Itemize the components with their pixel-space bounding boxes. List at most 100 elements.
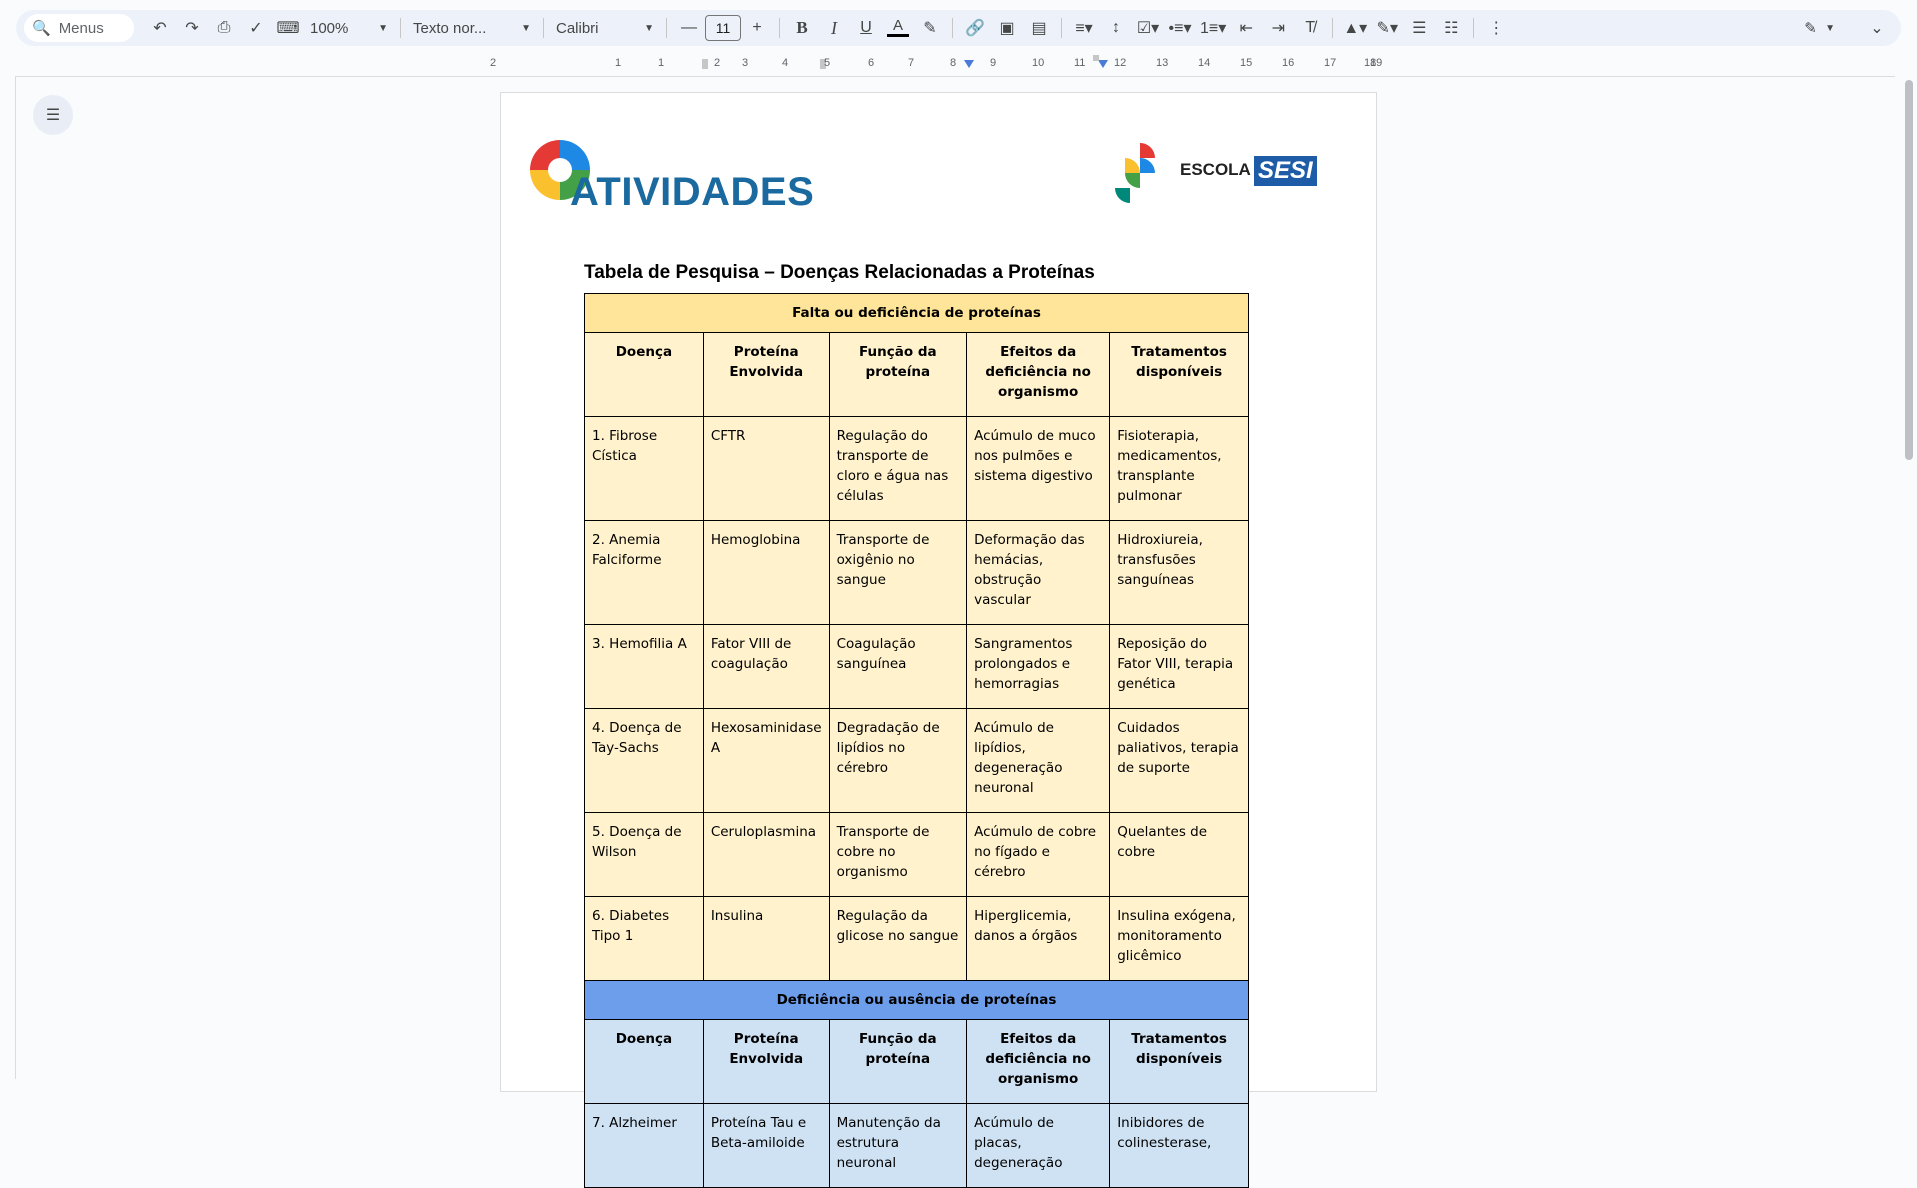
table-cell[interactable]: Reposição do Fator VIII, terapia genétic… bbox=[1109, 624, 1249, 709]
font-select[interactable]: Calibri ▼ bbox=[550, 14, 660, 42]
table-cell[interactable]: Acúmulo de cobre no fígado e cérebro bbox=[966, 812, 1111, 897]
column-header[interactable]: Doença bbox=[584, 1019, 704, 1104]
italic-icon[interactable]: I bbox=[818, 14, 850, 42]
column-header[interactable]: Função da proteína bbox=[828, 1019, 968, 1104]
clear-formatting-icon[interactable]: T̸ bbox=[1294, 14, 1326, 42]
bold-icon[interactable]: B bbox=[786, 14, 818, 42]
table-cell[interactable]: Quelantes de cobre bbox=[1109, 812, 1249, 897]
font-size-input[interactable]: 11 bbox=[705, 15, 741, 41]
table-cell[interactable]: CFTR bbox=[702, 416, 830, 521]
highlight-icon[interactable]: ✎ bbox=[914, 14, 946, 42]
document-title[interactable]: Tabela de Pesquisa – Doenças Relacionada… bbox=[584, 262, 1095, 284]
table-cell[interactable]: Acúmulo de placas, degeneração bbox=[966, 1103, 1111, 1188]
table-cell[interactable]: Deformação das hemácias, obstrução vascu… bbox=[966, 520, 1111, 625]
ruler-tick-label: 2 bbox=[490, 57, 497, 69]
comment-icon[interactable]: ▣ bbox=[991, 14, 1023, 42]
table-cell[interactable]: Sangramentos prolongados e hemorragias bbox=[966, 624, 1111, 709]
decrease-indent-icon[interactable]: ⇤ bbox=[1230, 14, 1262, 42]
table-cell[interactable]: Regulação da glicose no sangue bbox=[828, 896, 968, 981]
vertical-scrollbar[interactable] bbox=[1905, 80, 1913, 460]
border-color-icon[interactable]: ✎▾ bbox=[1371, 14, 1403, 42]
table-cell[interactable]: Degradação de lipídios no cérebro bbox=[828, 708, 968, 813]
table-row: 1. Fibrose Cística CFTR Regulação do trans… bbox=[584, 416, 1249, 521]
ruler-margin-left[interactable] bbox=[702, 59, 708, 69]
table-row: 2. Anemia Falciforme Hemoglobina Transport… bbox=[584, 520, 1249, 625]
section-title[interactable]: Deficiência ou ausência de proteínas bbox=[584, 980, 1249, 1020]
border-dash-icon[interactable]: ☷ bbox=[1435, 14, 1467, 42]
ruler-tick-label: 12 bbox=[1114, 57, 1127, 69]
collapse-menus-icon[interactable]: ⌄ bbox=[1861, 14, 1893, 42]
ruler-margin-right[interactable] bbox=[1093, 55, 1099, 61]
increase-font-size-icon[interactable]: + bbox=[741, 14, 773, 42]
numbered-list-icon[interactable]: 1≡▾ bbox=[1196, 14, 1230, 42]
table-cell[interactable]: Regulação do transporte de cloro e água … bbox=[828, 416, 968, 521]
editing-mode-button[interactable]: ✎ ▼ bbox=[1794, 13, 1845, 43]
table-cell[interactable]: Coagulação sanguínea bbox=[828, 624, 968, 709]
table-cell[interactable]: Cuidados paliativos, terapia de suporte bbox=[1109, 708, 1249, 813]
background-color-icon[interactable]: ▲▾ bbox=[1339, 14, 1371, 42]
table-cell[interactable]: Acúmulo de muco nos pulmões e sistema di… bbox=[966, 416, 1111, 521]
zoom-select[interactable]: 100% ▼ bbox=[304, 14, 394, 42]
table-cell[interactable]: Inibidores de colinesterase, bbox=[1109, 1103, 1249, 1188]
border-width-icon[interactable]: ☰ bbox=[1403, 14, 1435, 42]
line-spacing-icon[interactable]: ↕ bbox=[1100, 14, 1132, 42]
ruler-tick-label: 11 bbox=[1074, 57, 1086, 69]
underline-icon[interactable]: U bbox=[850, 14, 882, 42]
paragraph-style-select[interactable]: Texto nor... ▼ bbox=[407, 14, 537, 42]
escola-label: ESCOLA bbox=[1180, 160, 1251, 179]
table-cell[interactable]: 6. Diabetes Tipo 1 bbox=[584, 896, 704, 981]
table-cell[interactable]: Acúmulo de lipídios, degeneração neurona… bbox=[966, 708, 1111, 813]
table-cell[interactable]: Hiperglicemia, danos a órgãos bbox=[966, 896, 1111, 981]
table-cell[interactable]: 3. Hemofilia A bbox=[584, 624, 704, 709]
spellcheck-icon[interactable]: ✓ bbox=[240, 14, 272, 42]
table-cell[interactable]: 7. Alzheimer bbox=[584, 1103, 704, 1188]
column-header[interactable]: Efeitos da deficiência no organismo bbox=[966, 1019, 1111, 1104]
column-header[interactable]: Tratamentos disponíveis bbox=[1109, 332, 1249, 417]
column-header[interactable]: Doença bbox=[584, 332, 704, 417]
column-header[interactable]: Proteína Envolvida bbox=[702, 332, 830, 417]
print-icon[interactable]: ⎙ bbox=[208, 14, 240, 42]
table-cell[interactable]: Hemoglobina bbox=[702, 520, 830, 625]
menu-search[interactable]: 🔍 Menus bbox=[24, 14, 134, 42]
paint-format-icon[interactable]: ⌨ bbox=[272, 14, 304, 42]
column-header[interactable]: Função da proteína bbox=[828, 332, 968, 417]
table-cell[interactable]: 4. Doença de Tay-Sachs bbox=[584, 708, 704, 813]
table-cell[interactable]: Insulina bbox=[702, 896, 830, 981]
table-cell[interactable]: 2. Anemia Falciforme bbox=[584, 520, 704, 625]
table-cell[interactable]: 5. Doença de Wilson bbox=[584, 812, 704, 897]
text-color-icon[interactable]: A bbox=[882, 14, 914, 42]
table-row: 7. Alzheimer Proteína Tau e Beta-amiloide… bbox=[584, 1103, 1249, 1188]
table-cell[interactable]: Fator VIII de coagulação bbox=[702, 624, 830, 709]
checklist-icon[interactable]: ☑▾ bbox=[1132, 14, 1164, 42]
more-options-icon[interactable]: ⋮ bbox=[1480, 14, 1512, 42]
column-header[interactable]: Proteína Envolvida bbox=[702, 1019, 830, 1104]
redo-icon[interactable]: ↷ bbox=[176, 14, 208, 42]
column-header[interactable]: Efeitos da deficiência no organismo bbox=[966, 332, 1111, 417]
column-header[interactable]: Tratamentos disponíveis bbox=[1109, 1019, 1249, 1104]
table-cell[interactable]: Ceruloplasmina bbox=[702, 812, 830, 897]
table-cell[interactable]: Insulina exógena, monitoramento glicêmic… bbox=[1109, 896, 1249, 981]
toolbar-divider bbox=[1061, 18, 1062, 38]
bulleted-list-icon[interactable]: •≡▾ bbox=[1164, 14, 1196, 42]
section-title[interactable]: Falta ou deficiência de proteínas bbox=[584, 293, 1249, 333]
ruler-indent-marker[interactable] bbox=[964, 60, 974, 68]
ruler-right-indent-marker[interactable] bbox=[1098, 60, 1108, 68]
table-cell[interactable]: Hexosaminidase A bbox=[702, 708, 830, 813]
font-value: Calibri bbox=[556, 19, 599, 37]
link-icon[interactable]: 🔗 bbox=[959, 14, 991, 42]
document-outline-icon[interactable]: ☰ bbox=[33, 95, 73, 135]
research-table[interactable]: Falta ou deficiência de proteínas Doença P… bbox=[584, 293, 1249, 1188]
horizontal-ruler[interactable]: 2 1 1 2 3 4 5 6 7 8 9 10 11 12 13 14 15 16 17 18 19 bbox=[490, 55, 1382, 74]
table-cell[interactable]: Transporte de oxigênio no sangue bbox=[828, 520, 968, 625]
increase-indent-icon[interactable]: ⇥ bbox=[1262, 14, 1294, 42]
align-icon[interactable]: ≡▾ bbox=[1068, 14, 1100, 42]
table-cell[interactable]: Manutenção da estrutura neuronal bbox=[828, 1103, 968, 1188]
table-cell[interactable]: Hidroxiureia, transfusões sanguíneas bbox=[1109, 520, 1249, 625]
table-cell[interactable]: Fisioterapia, medicamentos, transplante … bbox=[1109, 416, 1249, 521]
undo-icon[interactable]: ↶ bbox=[144, 14, 176, 42]
table-cell[interactable]: 1. Fibrose Cística bbox=[584, 416, 704, 521]
table-cell[interactable]: Proteína Tau e Beta-amiloide bbox=[702, 1103, 830, 1188]
decrease-font-size-icon[interactable]: — bbox=[673, 14, 705, 42]
table-cell[interactable]: Transporte de cobre no organismo bbox=[828, 812, 968, 897]
image-icon[interactable]: ▤ bbox=[1023, 14, 1055, 42]
